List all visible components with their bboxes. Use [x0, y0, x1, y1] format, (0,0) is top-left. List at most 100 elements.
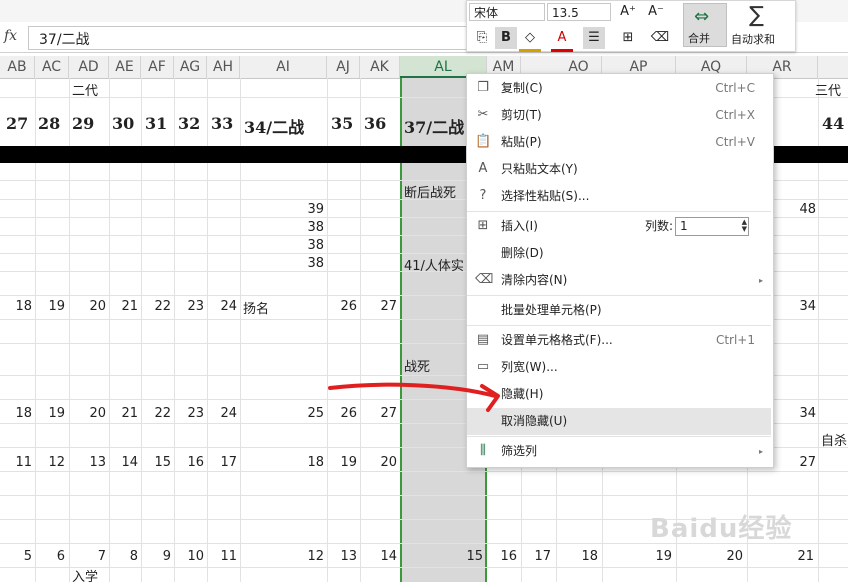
cell-num[interactable]: 20: [69, 299, 106, 314]
cell-num[interactable]: 11: [2, 455, 32, 470]
format-painter-icon[interactable]: ⎘: [471, 27, 493, 49]
cell-header[interactable]: 27: [6, 114, 28, 133]
cell-num[interactable]: 19: [35, 299, 65, 314]
cell-num[interactable]: 24: [207, 299, 237, 314]
cell-num[interactable]: 38: [300, 256, 324, 271]
col-header[interactable]: AH: [207, 56, 240, 78]
cell-num[interactable]: 11: [207, 549, 237, 564]
cell-text[interactable]: 自杀: [821, 430, 847, 449]
col-header[interactable]: AC: [35, 56, 69, 78]
border-icon[interactable]: ⊞: [617, 27, 639, 49]
cell-num[interactable]: 5: [2, 549, 32, 564]
cell-num[interactable]: 8: [109, 549, 138, 564]
cell-num[interactable]: 9: [141, 549, 171, 564]
cell-header[interactable]: 30: [112, 114, 134, 133]
cell-num[interactable]: 16: [487, 549, 517, 564]
col-header[interactable]: AJ: [327, 56, 360, 78]
cell-header[interactable]: 37/二战: [404, 114, 464, 138]
font-size-select[interactable]: 13.5: [547, 3, 611, 21]
menu-item-paste-special[interactable]: ? 选择性粘贴(S)...: [467, 183, 771, 210]
menu-item-clear[interactable]: ⌫ 清除内容(N) ▸: [467, 267, 771, 294]
shrink-font-button[interactable]: A⁻: [645, 1, 667, 23]
cell-num[interactable]: 14: [109, 455, 138, 470]
cell-num[interactable]: 34: [790, 406, 816, 421]
cell-num[interactable]: 12: [35, 455, 65, 470]
cell-header[interactable]: 34/二战: [244, 114, 304, 138]
menu-item-paste[interactable]: 📋 粘贴(P) Ctrl+V: [467, 129, 771, 156]
align-center-icon[interactable]: ☰: [583, 27, 605, 49]
menu-item-hide[interactable]: 隐藏(H): [467, 381, 771, 408]
cell-num[interactable]: 20: [69, 406, 106, 421]
cell-num[interactable]: 27: [790, 455, 816, 470]
menu-item-cut[interactable]: ✂ 剪切(T) Ctrl+X: [467, 102, 771, 129]
menu-item-filter[interactable]: ⫼ 筛选列 ▸: [467, 438, 771, 465]
cell-text[interactable]: 扬名: [243, 298, 269, 317]
cell-num[interactable]: 7: [69, 549, 106, 564]
cell-header[interactable]: 44: [822, 114, 844, 133]
cell-header[interactable]: 29: [72, 114, 94, 133]
menu-item-paste-text[interactable]: A 只粘贴文本(Y): [467, 156, 771, 183]
cell-num[interactable]: 48: [790, 202, 816, 217]
cell-num[interactable]: 18: [556, 549, 598, 564]
col-header[interactable]: AB: [0, 56, 35, 78]
cell-header[interactable]: 28: [38, 114, 60, 133]
cell-num[interactable]: 25: [240, 406, 324, 421]
insert-count-input[interactable]: 1 ▲ ▼: [675, 217, 749, 236]
cell-num[interactable]: 24: [207, 406, 237, 421]
cell-text[interactable]: 二代: [72, 80, 98, 99]
cell-num[interactable]: 38: [300, 238, 324, 253]
cell-num[interactable]: 21: [109, 406, 138, 421]
cell-num[interactable]: 20: [360, 455, 397, 470]
cell-num[interactable]: 26: [327, 299, 357, 314]
cell-num[interactable]: 13: [327, 549, 357, 564]
cell-num[interactable]: 13: [69, 455, 106, 470]
col-header[interactable]: AF: [141, 56, 174, 78]
col-header[interactable]: AG: [174, 56, 207, 78]
cell-num[interactable]: 23: [174, 299, 204, 314]
cell-num[interactable]: 19: [327, 455, 357, 470]
cell-num[interactable]: 21: [109, 299, 138, 314]
cell-num[interactable]: 27: [360, 299, 397, 314]
cell-num[interactable]: 34: [790, 299, 816, 314]
menu-item-column-width[interactable]: ▭ 列宽(W)...: [467, 354, 771, 381]
cell-num[interactable]: 6: [35, 549, 65, 564]
cell-num[interactable]: 18: [2, 406, 32, 421]
menu-item-format-cells[interactable]: ▤ 设置单元格格式(F)... Ctrl+1: [467, 327, 771, 354]
cell-num[interactable]: 22: [141, 406, 171, 421]
col-header[interactable]: AI: [240, 56, 327, 78]
font-color-button[interactable]: A: [551, 27, 573, 52]
cell-text[interactable]: 41/人体实: [404, 255, 464, 274]
cell-header[interactable]: 33: [211, 114, 233, 133]
cell-header[interactable]: 36: [364, 114, 386, 133]
col-header[interactable]: AD: [69, 56, 109, 78]
col-header[interactable]: AK: [360, 56, 400, 78]
menu-item-batch[interactable]: 批量处理单元格(P): [467, 297, 771, 324]
grow-font-button[interactable]: A⁺: [617, 1, 639, 23]
cell-header[interactable]: 31: [145, 114, 167, 133]
cell-num[interactable]: 19: [602, 549, 672, 564]
cell-num[interactable]: 10: [174, 549, 204, 564]
menu-item-insert[interactable]: ⊞ 插入(I) 列数: 1 ▲ ▼: [467, 213, 771, 240]
cell-text[interactable]: 三代: [815, 80, 841, 99]
cell-num[interactable]: 16: [174, 455, 204, 470]
menu-item-delete[interactable]: 删除(D): [467, 240, 771, 267]
stepper-arrows-icon[interactable]: ▲ ▼: [742, 219, 747, 233]
cell-num[interactable]: 18: [240, 455, 324, 470]
col-header[interactable]: AE: [109, 56, 141, 78]
cell-num[interactable]: 23: [174, 406, 204, 421]
fill-color-icon[interactable]: ◇: [519, 27, 541, 52]
cell-num[interactable]: 17: [207, 455, 237, 470]
cell-num[interactable]: 20: [676, 549, 743, 564]
cell-text[interactable]: 战死: [404, 356, 430, 375]
cell-text[interactable]: 断后战死: [404, 182, 456, 201]
cell-num[interactable]: 15: [400, 549, 483, 564]
font-name-select[interactable]: 宋体: [469, 3, 545, 21]
autosum-button[interactable]: ∑ 自动求和: [729, 3, 791, 47]
cell-num[interactable]: 17: [521, 549, 551, 564]
cell-num[interactable]: 21: [747, 549, 814, 564]
cell-num[interactable]: 19: [35, 406, 65, 421]
cell-num[interactable]: 22: [141, 299, 171, 314]
cell-num[interactable]: 38: [300, 220, 324, 235]
cell-header[interactable]: 35: [331, 114, 353, 133]
bold-button[interactable]: B: [495, 27, 517, 49]
